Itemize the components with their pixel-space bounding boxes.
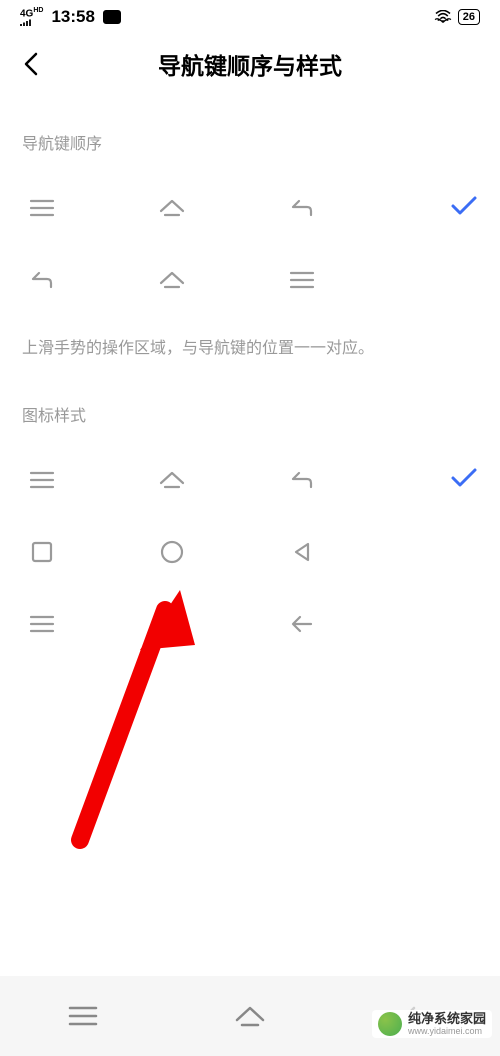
square-icon xyxy=(22,532,62,572)
system-menu-button[interactable] xyxy=(58,991,108,1041)
chevron-left-icon xyxy=(22,50,40,78)
watermark: 纯净系统家园 www.yidaimei.com xyxy=(372,1010,492,1038)
section-label-style: 图标样式 xyxy=(22,366,478,444)
page-header: 导航键顺序与样式 xyxy=(0,34,500,94)
pill-home-icon xyxy=(152,604,192,644)
watermark-url: www.yidaimei.com xyxy=(408,1026,486,1036)
arrow-back-icon xyxy=(282,604,322,644)
watermark-logo-icon xyxy=(378,1012,402,1036)
home-icon xyxy=(152,460,192,500)
triangle-back-icon xyxy=(282,532,322,572)
section-label-order: 导航键顺序 xyxy=(22,94,478,172)
status-bar: 4GHD 13:58 26 xyxy=(0,0,500,34)
icon-style-option-1[interactable] xyxy=(22,444,478,516)
nav-order-option-1[interactable] xyxy=(22,172,478,244)
watermark-name: 纯净系统家园 xyxy=(408,1012,486,1026)
back-icon xyxy=(282,460,322,500)
icon-style-option-2[interactable] xyxy=(22,516,478,588)
back-button[interactable] xyxy=(16,49,46,79)
check-icon xyxy=(450,195,478,222)
page-title: 导航键顺序与样式 xyxy=(158,47,342,81)
home-icon xyxy=(152,260,192,300)
clock: 13:58 xyxy=(51,7,94,27)
icon-style-option-3[interactable] xyxy=(22,588,478,660)
back-icon xyxy=(282,188,322,228)
system-home-button[interactable] xyxy=(225,991,275,1041)
home-icon xyxy=(152,188,192,228)
camera-icon xyxy=(103,10,121,24)
menu-icon xyxy=(22,188,62,228)
check-icon xyxy=(450,467,478,494)
menu-icon xyxy=(282,260,322,300)
back-icon xyxy=(22,260,62,300)
nav-order-option-2[interactable] xyxy=(22,244,478,316)
menu-icon xyxy=(22,604,62,644)
order-hint-text: 上滑手势的操作区域，与导航键的位置一一对应。 xyxy=(22,316,478,366)
battery-indicator: 26 xyxy=(458,9,480,25)
menu-icon xyxy=(22,460,62,500)
circle-icon xyxy=(152,532,192,572)
wifi-icon xyxy=(434,10,452,24)
network-indicator: 4GHD xyxy=(20,7,43,27)
